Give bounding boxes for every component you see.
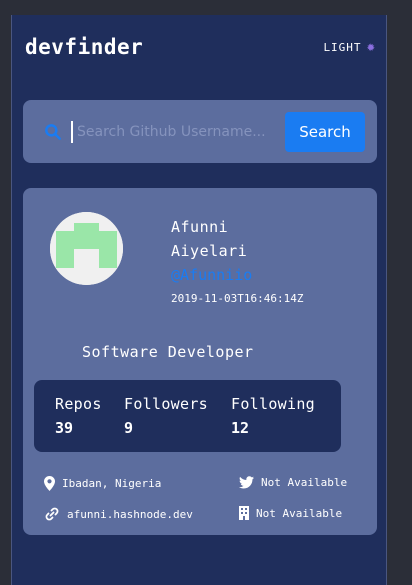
stat-following-label: Following — [231, 395, 315, 413]
search-button[interactable]: Search — [285, 112, 365, 152]
app-container: devfinder LIGHT ✹ Search Afunn — [11, 15, 387, 585]
sun-icon: ✹ — [366, 39, 376, 55]
website-link[interactable]: afunni.hashnode.dev — [44, 506, 193, 522]
twitter-text: Not Available — [261, 476, 348, 489]
profile-last-name: Aiyelari — [171, 242, 248, 260]
stat-followers: Followers 9 — [124, 394, 208, 442]
profile-bio: Software Developer — [82, 343, 254, 361]
building-icon — [239, 506, 249, 520]
avatar — [50, 212, 123, 285]
company-text: Not Available — [256, 506, 343, 520]
stat-repos: Repos 39 — [55, 394, 102, 442]
stat-following: Following 12 — [231, 394, 315, 442]
app-logo: devfinder — [25, 35, 144, 59]
stat-followers-label: Followers — [124, 395, 208, 413]
theme-toggle-label: LIGHT — [323, 40, 362, 54]
company-item: Not Available — [239, 506, 342, 520]
link-icon — [45, 507, 59, 521]
profile-login-link[interactable]: @Afunniio — [171, 263, 303, 287]
stat-repos-label: Repos — [55, 395, 102, 413]
identicon-image — [50, 212, 123, 285]
twitter-item: Not Available — [239, 476, 347, 489]
location-item: Ibadan, Nigeria — [44, 476, 161, 491]
profile-first-name: Afunni — [171, 218, 229, 236]
profile-card: Afunni Aiyelari @Afunniio 2019-11-03T16:… — [23, 188, 377, 535]
location-text: Ibadan, Nigeria — [62, 477, 162, 490]
profile-joined-date: 2019-11-03T16:46:14Z — [171, 292, 304, 305]
search-input[interactable] — [71, 121, 269, 143]
location-pin-icon — [44, 476, 55, 491]
twitter-icon — [239, 476, 254, 489]
search-field-wrapper — [35, 114, 279, 150]
search-bar: Search — [23, 100, 377, 163]
search-icon — [45, 124, 61, 140]
stat-repos-value: 39 — [55, 419, 74, 437]
header: devfinder LIGHT ✹ — [25, 35, 376, 65]
stats-panel: Repos 39 Followers 9 Following 12 — [34, 380, 341, 452]
theme-toggle[interactable]: LIGHT ✹ — [323, 40, 376, 54]
profile-names: Afunni Aiyelari @Afunniio 2019-11-03T16:… — [171, 215, 303, 311]
stat-followers-value: 9 — [124, 419, 134, 437]
website-text: afunni.hashnode.dev — [67, 507, 193, 521]
stat-following-value: 12 — [231, 419, 250, 437]
